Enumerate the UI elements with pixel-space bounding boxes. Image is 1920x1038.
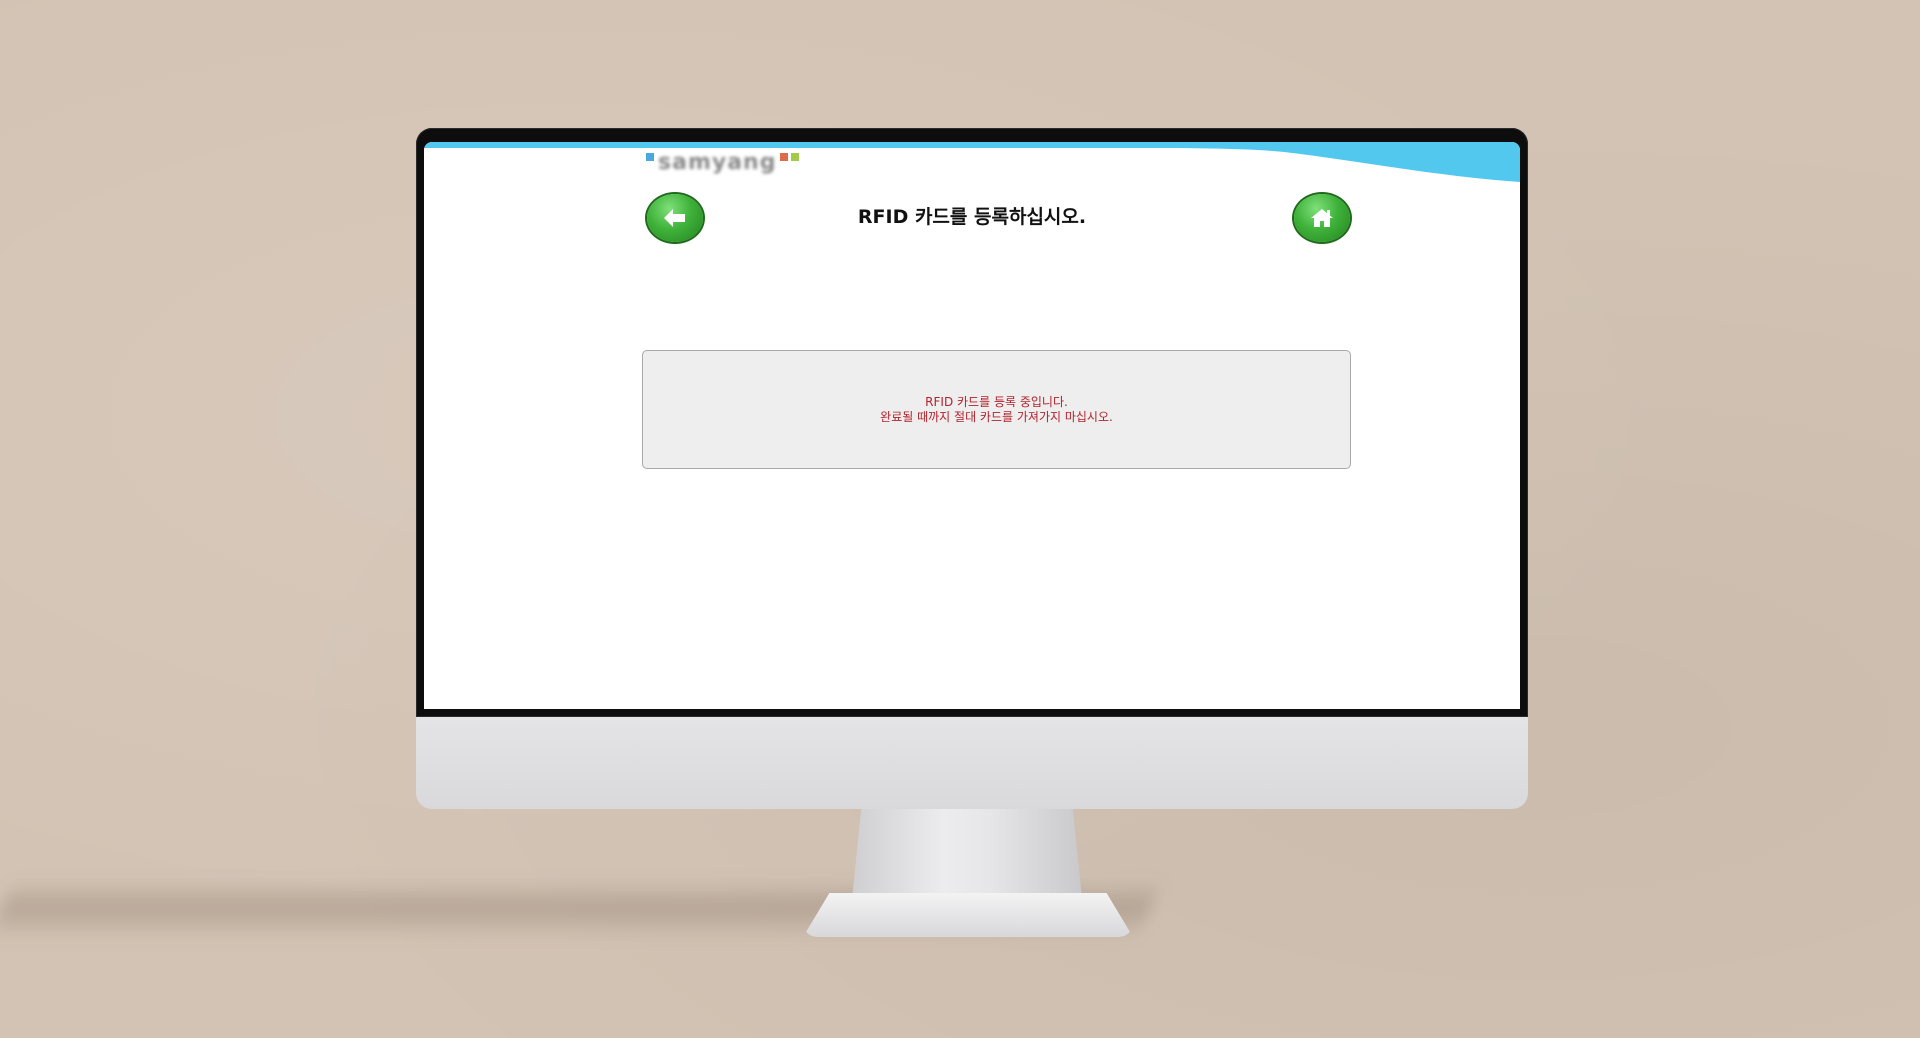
arrow-left-icon — [664, 209, 685, 227]
monitor-chin — [416, 717, 1528, 809]
back-button[interactable] — [647, 194, 703, 242]
logo-square-blue — [646, 153, 654, 161]
monitor-stand-neck — [852, 809, 1082, 899]
registration-status-panel: RFID 카드를 등록 중입니다. 완료될 때까지 절대 카드를 가져가지 마십… — [642, 350, 1351, 469]
logo-text: samyang — [658, 150, 777, 175]
page-title: RFID 카드를 등록하십시오. — [857, 206, 1087, 228]
top-accent-wave — [424, 142, 1520, 182]
status-message-line-1: RFID 카드를 등록 중입니다. — [925, 394, 1068, 409]
monitor-stand-base — [803, 893, 1133, 937]
kiosk-screen: samyang RFID 카드를 등록하십시오. RFID 카드를 등록 중입니… — [424, 142, 1520, 709]
company-logo: samyang — [646, 150, 842, 175]
home-icon — [1311, 209, 1333, 227]
logo-square-green — [791, 153, 800, 161]
logo-square-red — [780, 153, 789, 161]
home-button[interactable] — [1294, 194, 1350, 242]
status-message-line-2: 완료될 때까지 절대 카드를 가져가지 마십시오. — [880, 409, 1113, 424]
